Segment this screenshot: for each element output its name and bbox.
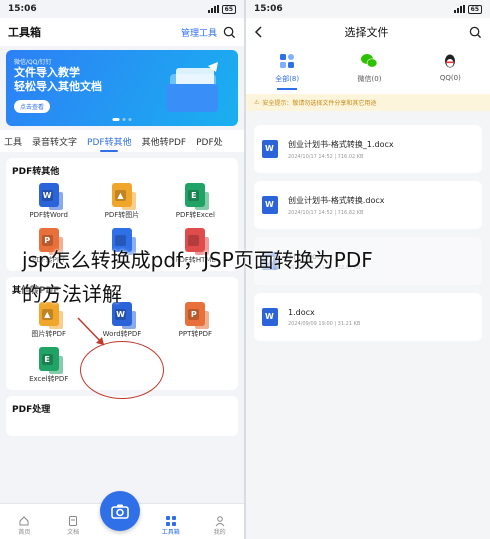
status-time: 15:06 bbox=[8, 4, 37, 14]
nav-home[interactable]: 首页 bbox=[4, 515, 44, 536]
wechat-icon bbox=[361, 54, 378, 68]
home-icon bbox=[19, 516, 29, 526]
select-file-header: 选择文件 bbox=[246, 18, 490, 46]
tool-pdf转图片[interactable]: ▲ PDF转图片 bbox=[85, 183, 158, 220]
category-qq[interactable]: QQ(0) bbox=[440, 52, 461, 90]
scan-camera-button[interactable] bbox=[100, 491, 140, 531]
tab-other-to-pdf[interactable]: 其他转PDF bbox=[142, 135, 187, 148]
status-time: 15:06 bbox=[254, 4, 283, 14]
battery-icon: 65 bbox=[467, 4, 482, 14]
battery-icon: 65 bbox=[221, 4, 236, 14]
signal-icon bbox=[453, 5, 465, 13]
document-icon bbox=[69, 516, 78, 526]
screenshot: 15:06 65 工具箱 管理工具 微信/QQ/钉钉 文件导入教学 轻松导入其他… bbox=[0, 0, 490, 539]
manage-tools-link[interactable]: 管理工具 bbox=[181, 26, 217, 39]
all-files-icon bbox=[280, 54, 295, 68]
article-title-overlay: jsp怎么转换成pdf，JSP页面转换为PDF 的方法详解 bbox=[22, 248, 373, 306]
page-title: 选择文件 bbox=[344, 26, 389, 39]
tab-pdf-to-other[interactable]: PDF转其他 bbox=[87, 135, 132, 152]
signal-icon bbox=[207, 5, 219, 13]
file-type-icon: W bbox=[38, 183, 63, 210]
file-type-icon: E bbox=[185, 183, 210, 210]
camera-icon bbox=[111, 504, 129, 519]
tab-tools[interactable]: 工具 bbox=[4, 135, 22, 148]
file-type-icon: ▲ bbox=[111, 183, 136, 210]
tool-tabs: 工具 录音转文字 PDF转其他 其他转PDF PDF处 bbox=[0, 130, 244, 152]
file-name: 创业计划书-格式转换_1.docx bbox=[288, 139, 394, 149]
import-tutorial-banner[interactable]: 微信/QQ/钉钉 文件导入教学 轻松导入其他文档 点击查看 bbox=[6, 50, 238, 126]
tool-pdf转word[interactable]: W PDF转Word bbox=[12, 183, 85, 220]
file-meta: 2024/09/09 19:00 | 31.21 KB bbox=[288, 320, 361, 327]
category-all[interactable]: 全部(8) bbox=[275, 52, 299, 90]
file-type-icon: E bbox=[38, 347, 63, 374]
tool-excel转pdf[interactable]: E Excel转PDF bbox=[12, 347, 85, 384]
pdf-process-section: PDF处理 bbox=[6, 396, 238, 436]
page-title: 工具箱 bbox=[8, 26, 41, 39]
toolbox-header: 工具箱 管理工具 bbox=[0, 18, 244, 46]
folder-illustration-icon bbox=[166, 62, 218, 112]
search-icon[interactable] bbox=[469, 26, 482, 39]
nav-me[interactable]: 我的 bbox=[200, 515, 240, 536]
warning-icon: ⚠ bbox=[254, 99, 260, 106]
file-row[interactable]: 创业计划书-格式转换.docx 2024/10/17 14:52 | 716.82… bbox=[254, 181, 482, 229]
tool-pdf转excel[interactable]: E PDF转Excel bbox=[159, 183, 232, 220]
status-bar: 15:06 65 bbox=[0, 0, 244, 18]
nav-toolbox[interactable]: 工具箱 bbox=[151, 515, 191, 536]
nav-docs[interactable]: 文档 bbox=[53, 515, 93, 536]
file-meta: 2024/10/17 14:52 | 716.02 KB bbox=[288, 153, 364, 160]
highlight-circle bbox=[80, 341, 164, 399]
tab-pdf-process[interactable]: PDF处 bbox=[196, 135, 223, 148]
file-name: 创业计划书-格式转换.docx bbox=[288, 195, 385, 205]
qq-penguin-icon bbox=[445, 54, 456, 68]
tab-audio-to-text[interactable]: 录音转文字 bbox=[32, 135, 77, 148]
view-button[interactable]: 点击查看 bbox=[14, 100, 51, 113]
user-icon bbox=[215, 516, 224, 527]
source-categories: 全部(8) 微信(0) QQ(0) bbox=[246, 46, 490, 94]
file-meta: 2024/10/17 14:52 | 716.82 KB bbox=[288, 209, 364, 216]
back-arrow-icon[interactable] bbox=[254, 26, 264, 38]
status-bar: 15:06 65 bbox=[246, 0, 490, 18]
word-file-icon bbox=[262, 140, 278, 158]
category-wechat[interactable]: 微信(0) bbox=[358, 52, 381, 90]
file-row[interactable]: 创业计划书-格式转换_1.docx 2024/10/17 14:52 | 716.… bbox=[254, 125, 482, 173]
search-icon[interactable] bbox=[223, 26, 236, 39]
safety-notice: ⚠ 安全提示：敬请勿选择文件分享和其它用途 bbox=[246, 94, 490, 111]
word-file-icon bbox=[262, 196, 278, 214]
grid-icon bbox=[165, 516, 176, 526]
